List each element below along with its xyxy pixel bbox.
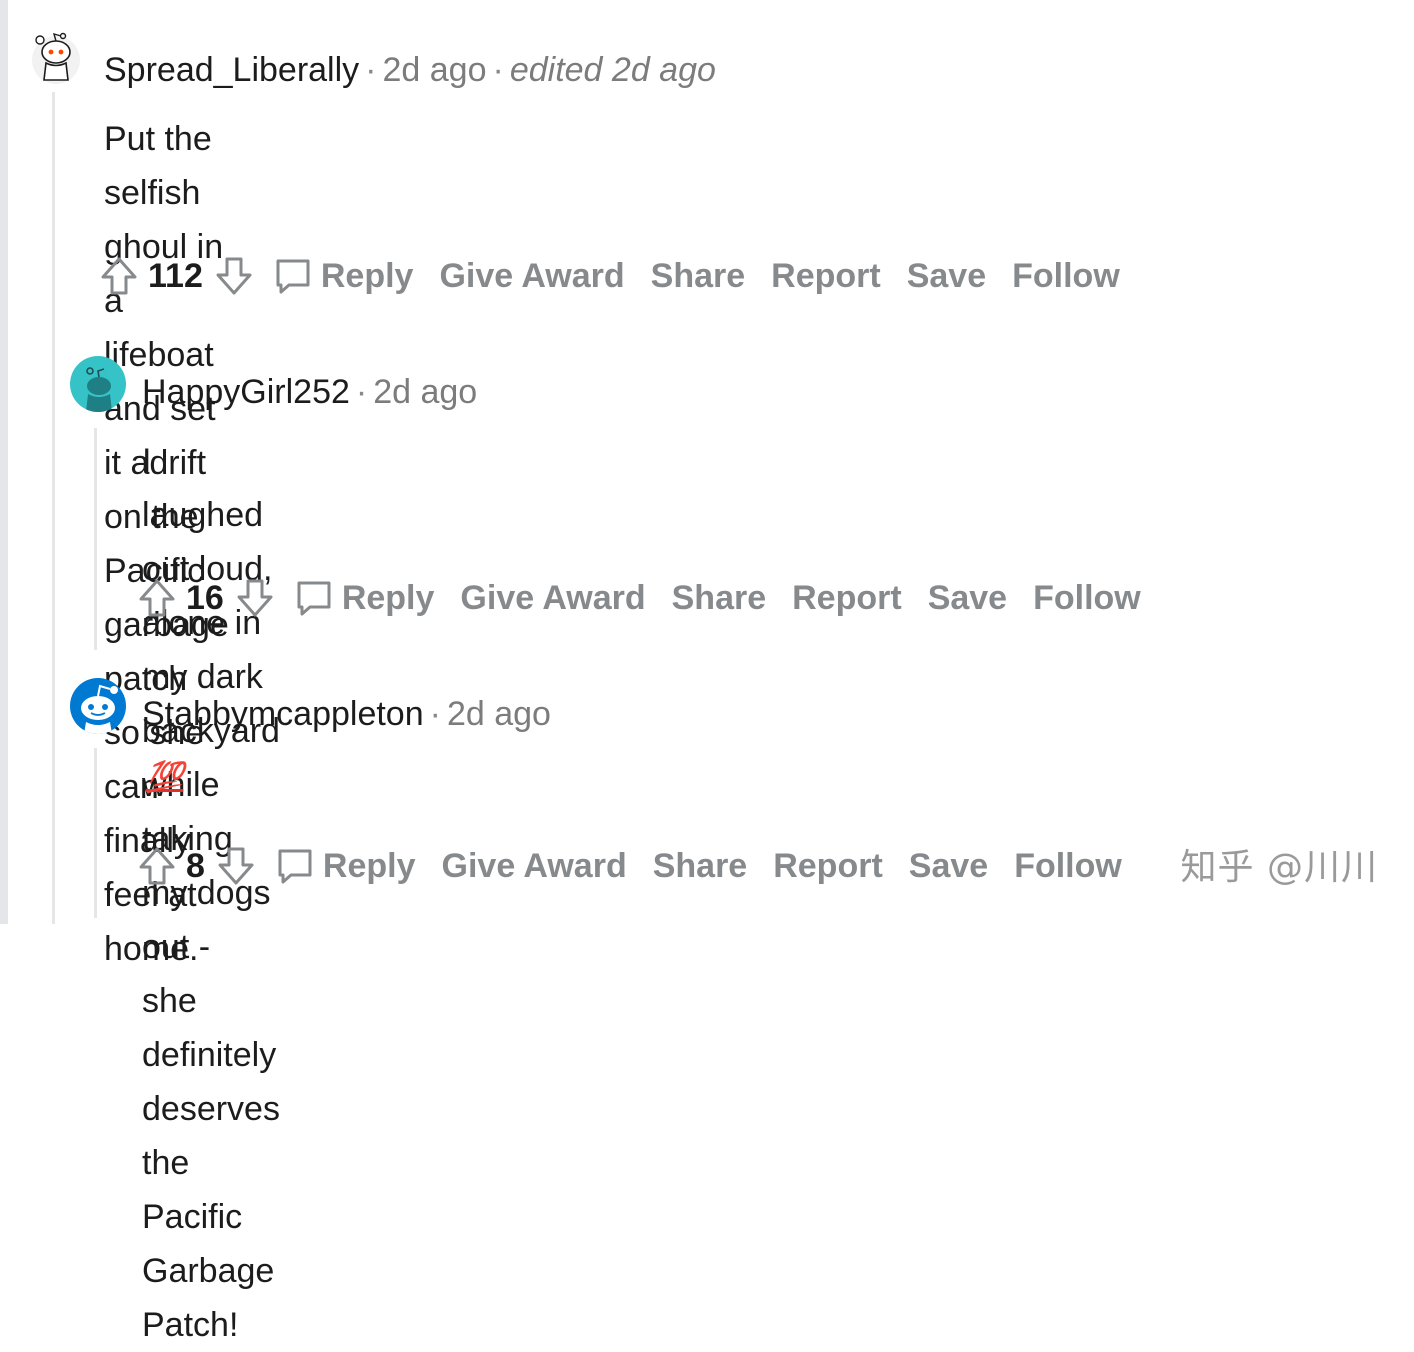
snoo-avatar-icon (32, 32, 80, 84)
share-button[interactable]: Share (672, 579, 767, 618)
comment-body: I laughed out loud, alone in my dark bac… (142, 434, 280, 1352)
avatar[interactable] (70, 356, 126, 412)
share-button[interactable]: Share (653, 847, 748, 886)
reply-bubble-icon[interactable] (273, 256, 313, 296)
edited-label: edited 2d ago (509, 51, 716, 89)
comment-actions: 112 Reply Give Award Share Report Save F… (100, 252, 1146, 300)
comment-actions: 16 Reply Give Award Share Report Save Fo… (138, 574, 1167, 622)
thread-line-level-2[interactable] (94, 748, 97, 918)
give-award-button[interactable]: Give Award (442, 847, 627, 886)
separator: · (429, 695, 441, 733)
vote-score: 8 (186, 846, 205, 885)
avatar[interactable] (70, 678, 126, 734)
report-button[interactable]: Report (792, 579, 902, 618)
share-button[interactable]: Share (651, 257, 746, 296)
snoo-avatar-icon (81, 684, 118, 734)
timestamp[interactable]: 2d ago (383, 51, 487, 89)
give-award-button[interactable]: Give Award (439, 257, 624, 296)
reply-bubble-icon[interactable] (294, 578, 334, 618)
downvote-arrow-icon[interactable] (215, 256, 253, 296)
vote-score: 112 (148, 256, 203, 295)
downvote-arrow-icon[interactable] (236, 578, 274, 618)
hundred-points-emoji: 💯 (146, 761, 184, 794)
comment-meta: Spread_Liberally · 2d ago · edited 2d ago (104, 50, 716, 90)
save-button[interactable]: Save (907, 257, 986, 296)
reply-button[interactable]: Reply (342, 579, 435, 618)
zhihu-watermark: 知乎 @川川 (1180, 847, 1378, 888)
snoo-avatar-icon (86, 367, 112, 412)
follow-button[interactable]: Follow (1014, 847, 1122, 886)
upvote-arrow-icon[interactable] (138, 846, 176, 886)
reply-button[interactable]: Reply (321, 257, 414, 296)
follow-button[interactable]: Follow (1012, 257, 1120, 296)
follow-button[interactable]: Follow (1033, 579, 1141, 618)
report-button[interactable]: Report (771, 257, 881, 296)
comment-meta: HappyGirl252 · 2d ago (142, 372, 477, 412)
comment-actions: 8 Reply Give Award Share Report Save Fol… (138, 842, 1148, 890)
reply-bubble-icon[interactable] (275, 846, 315, 886)
separator: · (365, 51, 377, 89)
username[interactable]: HappyGirl252 (142, 373, 350, 411)
report-button[interactable]: Report (773, 847, 883, 886)
timestamp[interactable]: 2d ago (373, 373, 477, 411)
timestamp[interactable]: 2d ago (447, 695, 551, 733)
give-award-button[interactable]: Give Award (460, 579, 645, 618)
avatar[interactable] (28, 30, 84, 86)
comment-meta: Stabbymcappleton · 2d ago (142, 694, 551, 734)
save-button[interactable]: Save (909, 847, 988, 886)
separator: · (355, 373, 368, 411)
comment-body-line: she definitely deserves the Pacific Garb… (142, 982, 280, 1344)
thread-line-level-1[interactable] (52, 92, 55, 924)
upvote-arrow-icon[interactable] (138, 578, 176, 618)
save-button[interactable]: Save (928, 579, 1007, 618)
username[interactable]: Stabbymcappleton (142, 695, 424, 733)
vote-score: 16 (186, 578, 224, 617)
upvote-arrow-icon[interactable] (100, 256, 138, 296)
username[interactable]: Spread_Liberally (104, 51, 359, 89)
page-left-border (0, 0, 8, 924)
downvote-arrow-icon[interactable] (217, 846, 255, 886)
separator: · (492, 51, 504, 89)
reply-button[interactable]: Reply (323, 847, 416, 886)
thread-line-level-2[interactable] (94, 428, 97, 650)
